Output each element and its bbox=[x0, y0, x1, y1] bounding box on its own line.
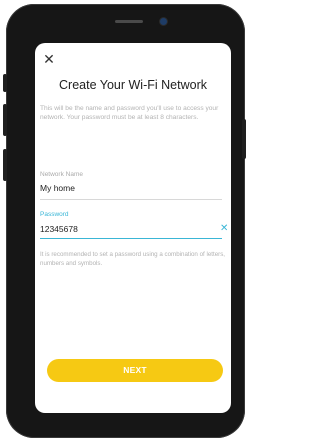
network-name-field[interactable]: My home bbox=[40, 183, 75, 193]
page-title: Create Your Wi-Fi Network bbox=[59, 78, 207, 92]
screen: ✕ Create Your Wi-Fi Network This will be… bbox=[35, 43, 231, 413]
next-button[interactable]: NEXT bbox=[47, 359, 223, 382]
front-camera bbox=[160, 18, 167, 25]
password-field[interactable]: 12345678 bbox=[40, 224, 78, 234]
network-name-underline bbox=[40, 199, 222, 200]
password-underline bbox=[40, 238, 222, 240]
phone-frame: ✕ Create Your Wi-Fi Network This will be… bbox=[3, 4, 246, 438]
side-button-volume-down bbox=[3, 149, 7, 181]
network-name-label: Network Name bbox=[40, 171, 83, 178]
password-label: Password bbox=[40, 211, 69, 218]
side-button-volume-up bbox=[3, 104, 7, 136]
close-icon[interactable]: ✕ bbox=[41, 51, 57, 67]
side-button-power bbox=[242, 119, 246, 159]
password-hint: It is recommended to set a password usin… bbox=[40, 251, 226, 267]
speaker-grille bbox=[115, 20, 143, 23]
page-description: This will be the name and password you'l… bbox=[40, 105, 219, 121]
side-button-top bbox=[3, 74, 7, 92]
clear-icon[interactable]: ✕ bbox=[220, 223, 228, 234]
